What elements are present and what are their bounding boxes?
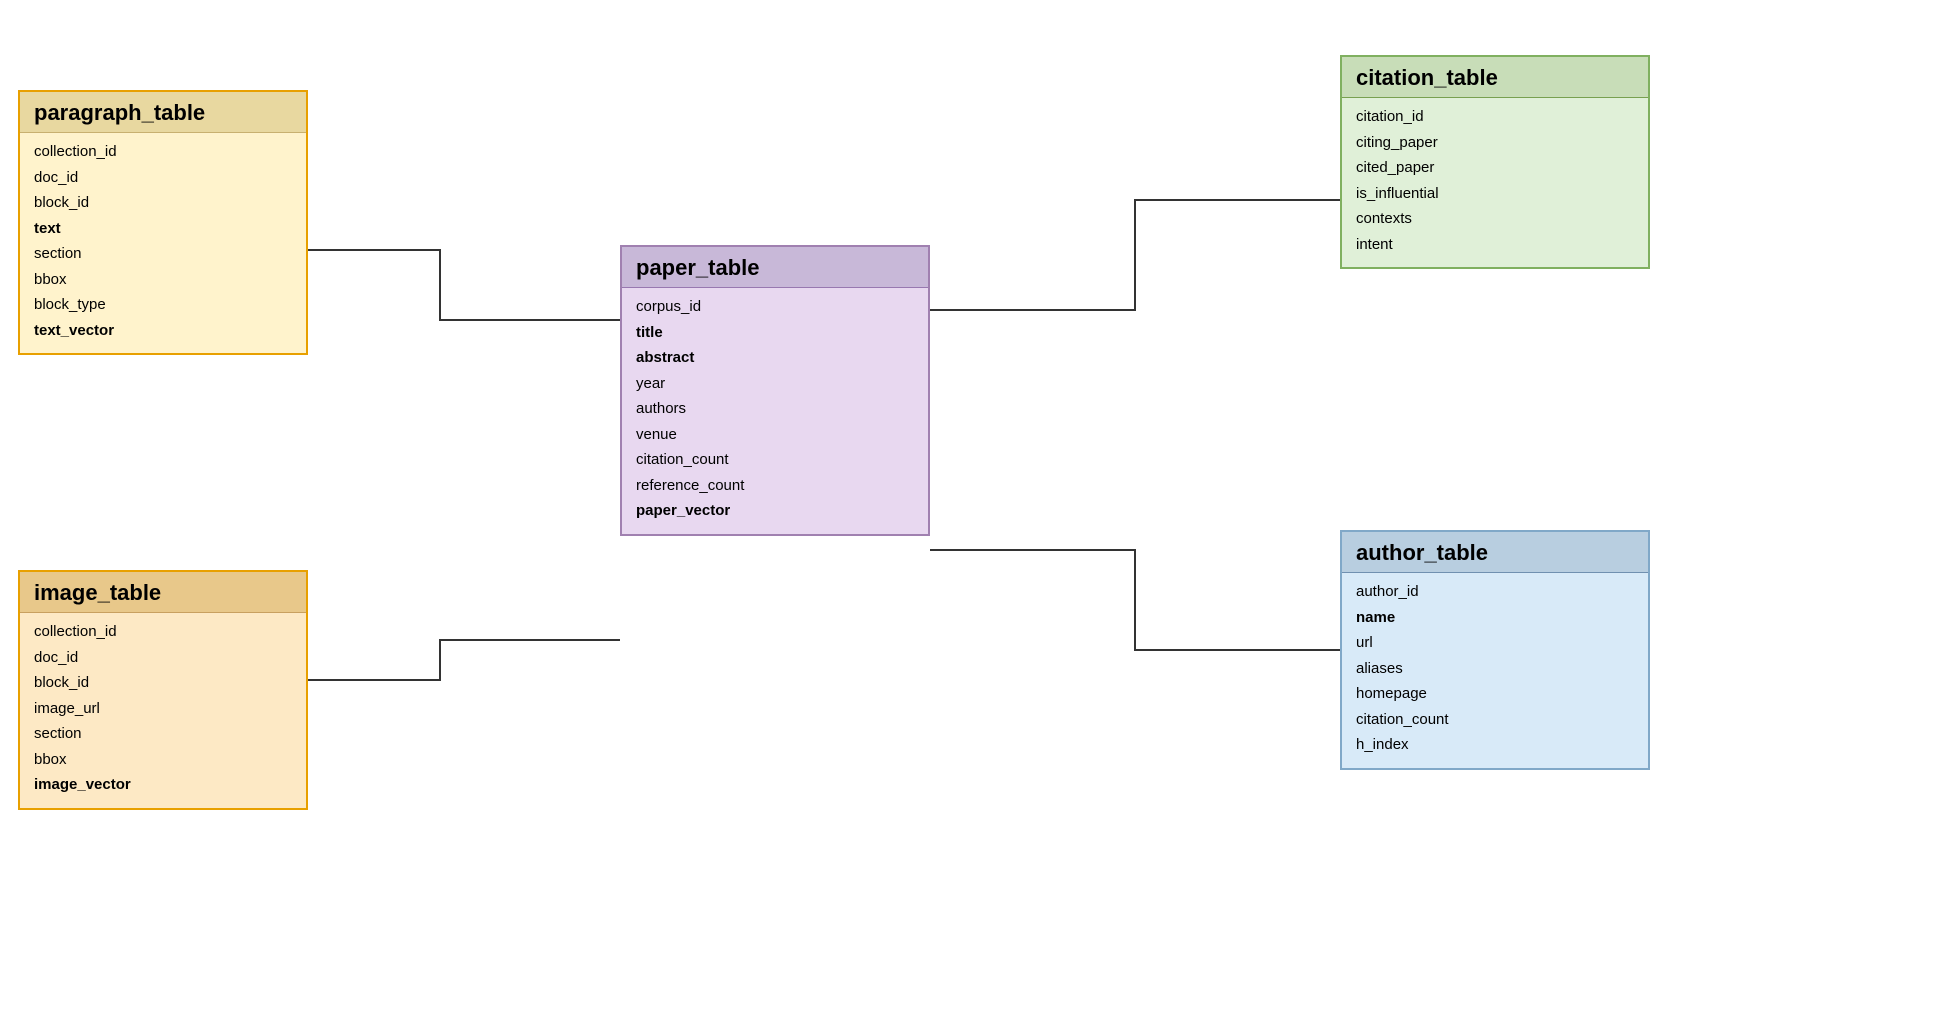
field-section-img: section <box>34 721 292 747</box>
field-venue: venue <box>636 422 914 448</box>
field-text: text <box>34 216 292 242</box>
field-bbox-img: bbox <box>34 747 292 773</box>
citation-table-body: citation_id citing_paper cited_paper is_… <box>1342 98 1648 267</box>
field-name: name <box>1356 605 1634 631</box>
image-table-body: collection_id doc_id block_id image_url … <box>20 613 306 808</box>
field-citation-count-author: citation_count <box>1356 707 1634 733</box>
diagram-container: paragraph_table collection_id doc_id blo… <box>0 0 1934 1020</box>
field-block-id-img: block_id <box>34 670 292 696</box>
paper-table-body: corpus_id title abstract year authors ve… <box>622 288 928 534</box>
field-is-influential: is_influential <box>1356 181 1634 207</box>
field-image-url: image_url <box>34 696 292 722</box>
field-h-index: h_index <box>1356 732 1634 758</box>
field-contexts: contexts <box>1356 206 1634 232</box>
field-url: url <box>1356 630 1634 656</box>
field-collection-id: collection_id <box>34 139 292 165</box>
field-text-vector: text_vector <box>34 318 292 344</box>
field-corpus-id: corpus_id <box>636 294 914 320</box>
image-table-title: image_table <box>20 572 306 613</box>
author-table: author_table author_id name url aliases … <box>1340 530 1650 770</box>
field-intent: intent <box>1356 232 1634 258</box>
author-table-title: author_table <box>1342 532 1648 573</box>
field-cited-paper: cited_paper <box>1356 155 1634 181</box>
field-authors: authors <box>636 396 914 422</box>
field-author-id: author_id <box>1356 579 1634 605</box>
field-citing-paper: citing_paper <box>1356 130 1634 156</box>
field-section: section <box>34 241 292 267</box>
field-reference-count: reference_count <box>636 473 914 499</box>
field-year: year <box>636 371 914 397</box>
field-doc-id-img: doc_id <box>34 645 292 671</box>
image-table: image_table collection_id doc_id block_i… <box>18 570 308 810</box>
field-aliases: aliases <box>1356 656 1634 682</box>
author-table-body: author_id name url aliases homepage cita… <box>1342 573 1648 768</box>
field-abstract: abstract <box>636 345 914 371</box>
field-title: title <box>636 320 914 346</box>
paper-table-title: paper_table <box>622 247 928 288</box>
citation-table-title: citation_table <box>1342 57 1648 98</box>
paragraph-table-body: collection_id doc_id block_id text secti… <box>20 133 306 353</box>
field-block-id: block_id <box>34 190 292 216</box>
field-paper-vector: paper_vector <box>636 498 914 524</box>
paper-table: paper_table corpus_id title abstract yea… <box>620 245 930 536</box>
field-image-vector: image_vector <box>34 772 292 798</box>
field-homepage: homepage <box>1356 681 1634 707</box>
field-bbox: bbox <box>34 267 292 293</box>
field-collection-id-img: collection_id <box>34 619 292 645</box>
field-citation-count: citation_count <box>636 447 914 473</box>
paragraph-table-title: paragraph_table <box>20 92 306 133</box>
paragraph-table: paragraph_table collection_id doc_id blo… <box>18 90 308 355</box>
field-block-type: block_type <box>34 292 292 318</box>
field-citation-id: citation_id <box>1356 104 1634 130</box>
field-doc-id: doc_id <box>34 165 292 191</box>
citation-table: citation_table citation_id citing_paper … <box>1340 55 1650 269</box>
